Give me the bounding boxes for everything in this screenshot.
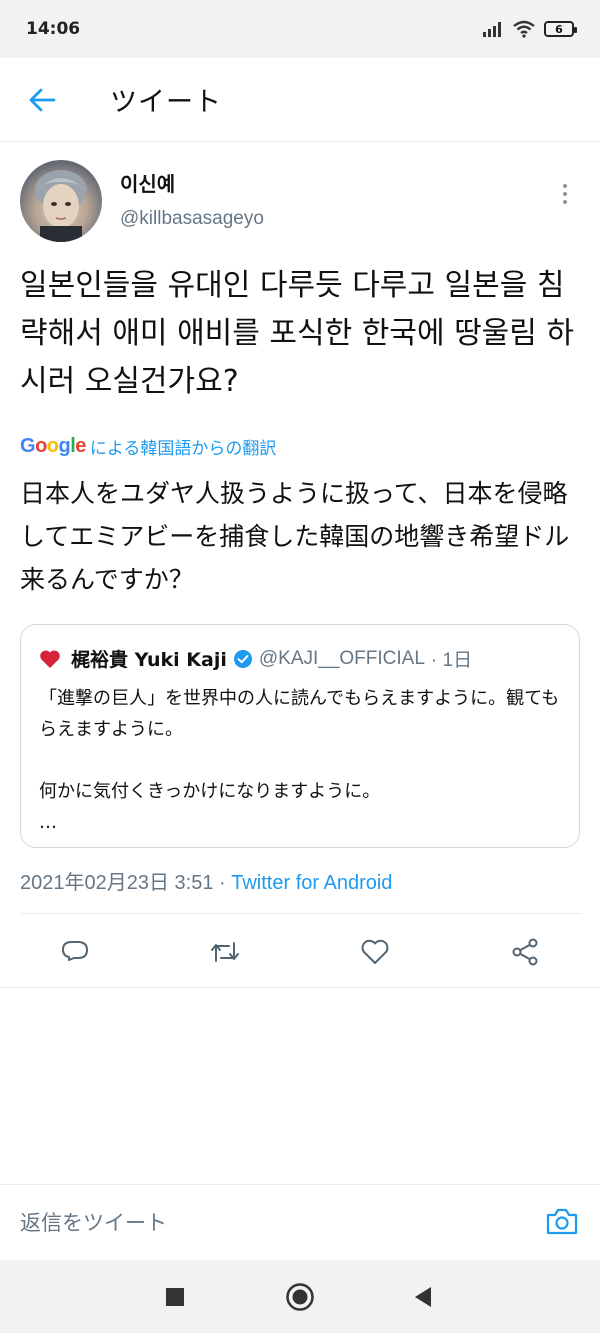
quoted-tweet-text: 「進撃の巨人」を世界中の人に読んでもらえますように。観てもらえますように。 何か… [39,688,560,833]
verified-badge-icon [233,649,253,669]
status-time: 14:06 [26,19,81,39]
tweet-source-link[interactable]: Twitter for Android [231,872,392,894]
reply-button[interactable] [53,930,97,974]
recent-apps-button[interactable] [158,1280,192,1314]
tweet-actions [0,922,600,982]
reply-input[interactable]: 返信をツイート [20,1207,167,1237]
quoted-author-name: 梶裕貴 Yuki Kaji [71,649,227,671]
home-circle-icon [286,1283,314,1311]
avatar[interactable] [20,160,102,242]
square-icon [166,1288,184,1306]
system-nav-bar [0,1260,600,1333]
author-row: 이신예 @killbasasageyo [20,160,580,246]
back-arrow-icon [29,88,56,111]
camera-button[interactable] [542,1201,582,1241]
wifi-icon [513,20,535,38]
camera-icon [546,1208,578,1235]
battery-icon: 6 [544,21,577,37]
retweet-icon [211,942,239,962]
status-icons: 6 [482,20,577,38]
back-nav-button[interactable] [406,1280,440,1314]
retweet-button[interactable] [203,930,247,974]
status-bar: 14:06 6 [0,0,600,58]
google-logo: Google [20,435,86,457]
quoted-author-handle: @KAJI__OFFICIAL [258,647,425,669]
like-button[interactable] [353,930,397,974]
triangle-back-icon [415,1287,431,1307]
battery-level: 6 [555,22,563,36]
back-button[interactable] [12,70,72,130]
share-button[interactable] [503,930,547,974]
app-header: ツイート [0,58,600,142]
reply-icon [62,941,88,961]
signal-icon [483,22,501,37]
page-title: ツイート [110,87,222,118]
avatar-image [35,170,87,242]
divider [0,987,600,988]
home-button[interactable] [283,1280,317,1314]
author-handle[interactable]: @killbasasageyo [120,208,264,230]
translation-label[interactable]: Google による韓国語からの翻訳 [20,434,276,459]
quoted-tweet-header: 梶裕貴 Yuki Kaji @KAJI__OFFICIAL · 1日 [39,645,472,672]
more-options-icon[interactable] [550,174,580,214]
heart-icon [361,939,389,964]
heart-emoji-icon [40,649,60,668]
divider [20,913,582,914]
tweet-text: 일본인들을 유대인 다루듯 다루고 일본을 침략해서 애미 애비를 포식한 한국… [20,268,575,399]
quoted-tweet-age: · 1日 [430,650,473,671]
timestamp-row: 2021年02月23日 3:51 · Twitter for Android [20,866,392,895]
reply-bar: 返信をツイート [0,1184,600,1261]
translation-source-text: による韓国語からの翻訳 [89,439,277,459]
translated-text: 日本人をユダヤ人扱うように扱って、日本を侵略してエミアビーを捕食した韓国の地響き… [20,479,570,594]
tweet-timestamp: 2021年02月23日 3:51 · [20,872,226,894]
quoted-tweet[interactable]: 梶裕貴 Yuki Kaji @KAJI__OFFICIAL · 1日 「進撃の巨… [20,624,580,848]
share-icon [512,938,538,966]
author-name[interactable]: 이신예 [120,168,175,197]
